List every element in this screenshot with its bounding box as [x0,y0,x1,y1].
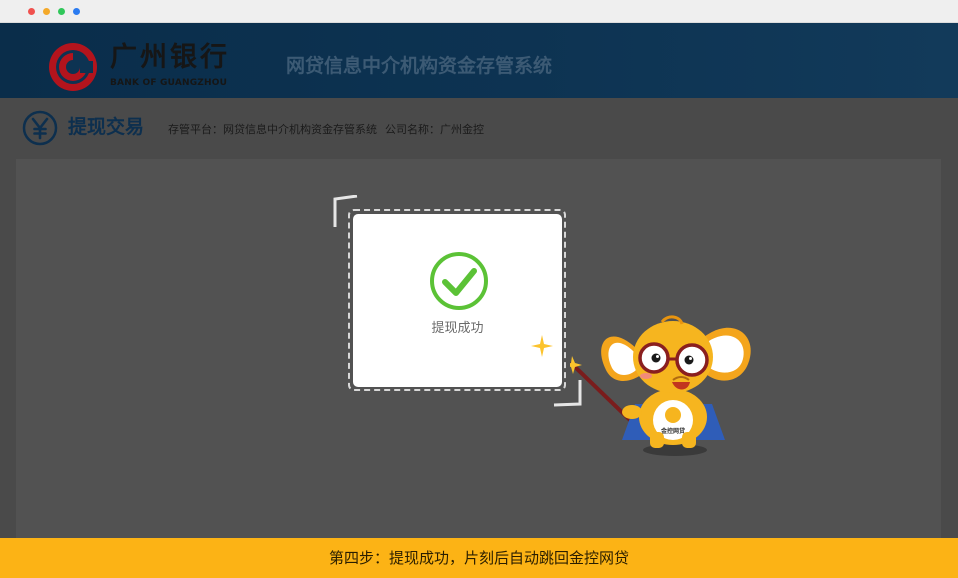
maximize-window-dot[interactable] [58,8,65,15]
page-title-bar: 提现交易 存管平台：网贷信息中介机构资金存管系统 公司名称：广州金控 [0,98,958,159]
bank-name-en: BANK OF GUANGZHOU [110,78,228,88]
bank-name: 广州银行 [110,42,230,73]
company-label: 公司名称：广州金控 [385,123,484,136]
system-title: 网贷信息中介机构资金存管系统 [286,55,553,77]
minimize-window-dot[interactable] [43,8,50,15]
site-header: 广州银行 BANK OF GUANGZHOU 网贷信息中介机构资金存管系统 [0,23,958,98]
bank-logo-icon [49,43,97,91]
step-message: 第四步：提现成功，片刻后自动跳回金控网贷 [328,549,629,567]
mascot-badge-text: 金控网贷 [660,427,685,435]
result-card: 提现成功 [353,214,562,387]
close-window-dot[interactable] [28,8,35,15]
sparkle-icon [531,335,553,357]
step-footer: 第四步：提现成功，片刻后自动跳回金控网贷 [0,538,958,578]
page-title: 提现交易 [68,116,145,138]
success-check-icon [430,252,488,310]
yen-icon [22,110,58,146]
window-chrome [0,0,958,23]
platform-label: 存管平台：网贷信息中介机构资金存管系统 [168,123,377,136]
breadcrumb: 存管平台：网贷信息中介机构资金存管系统 公司名称：广州金控 [168,123,484,137]
elephant-mascot-icon: 金控网贷 [570,315,751,456]
window-dot [73,8,80,15]
